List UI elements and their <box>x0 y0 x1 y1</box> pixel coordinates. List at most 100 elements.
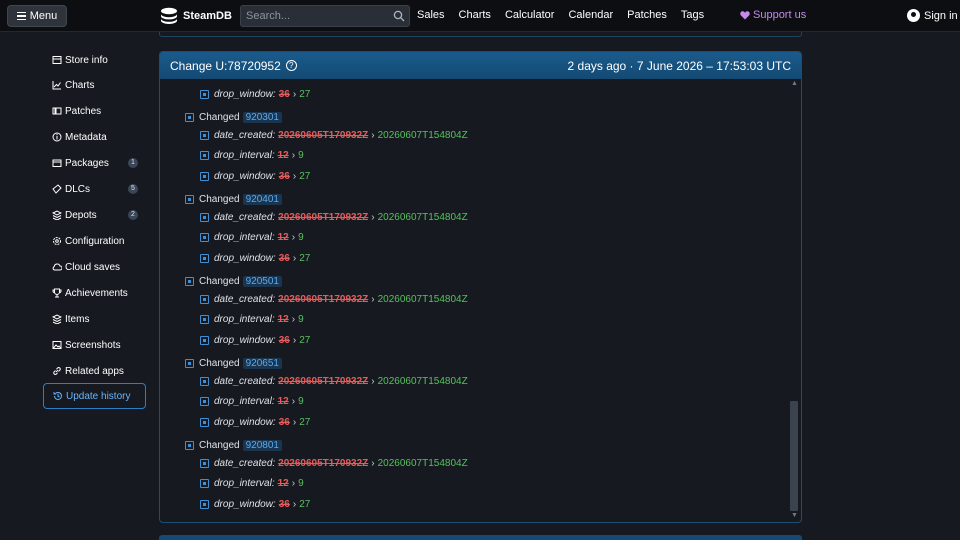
sidebar-item-label: Packages <box>65 157 109 169</box>
package-icon <box>52 159 62 167</box>
nav-sales[interactable]: Sales <box>417 9 445 21</box>
field-row: drop_interval: 12 › 9 <box>200 395 304 409</box>
subsection-id-link[interactable]: 920651 <box>242 357 282 369</box>
chart-icon <box>52 81 61 90</box>
search-input[interactable] <box>241 6 409 26</box>
sidebar-item-dlcs[interactable]: DLCs 5 <box>43 177 146 201</box>
subsection-id-link[interactable]: 920501 <box>242 275 282 287</box>
subsection-id-link[interactable]: 920301 <box>242 111 282 123</box>
menu-label: Menu <box>29 10 58 22</box>
diff-toggle-icon[interactable] <box>185 358 194 368</box>
field-row: date_created: 20260605T170932Z › 20260607T1… <box>200 292 468 306</box>
sidebar-item-charts[interactable]: Charts <box>43 73 146 97</box>
diff-toggle-icon[interactable] <box>200 130 209 140</box>
diff-toggle-icon[interactable] <box>200 212 209 222</box>
nav-calendar[interactable]: Calendar <box>568 9 613 21</box>
link-icon <box>53 367 61 375</box>
field-key: date_created: <box>214 129 276 141</box>
diff-toggle-icon[interactable] <box>200 151 209 160</box>
support-link[interactable]: Support us <box>740 9 806 21</box>
new-value: 27 <box>299 498 311 510</box>
diff-toggle-icon[interactable] <box>200 253 209 263</box>
sidebar-item-patches[interactable]: Patches <box>43 99 146 123</box>
main-nav: Sales Charts Calculator Calendar Patches… <box>417 9 704 21</box>
sidebar-item-label: Related apps <box>65 365 124 377</box>
new-value: 20260607T154804Z <box>377 293 468 305</box>
diff-toggle-icon[interactable] <box>185 112 194 122</box>
nav-tags[interactable]: Tags <box>681 9 704 21</box>
dlc-icon <box>52 184 62 194</box>
diff-toggle-icon[interactable] <box>200 89 209 99</box>
sidebar-item-update-history[interactable]: Update history <box>43 383 146 409</box>
cloud-icon <box>52 263 62 271</box>
history-icon <box>53 391 62 400</box>
sidebar-item-cloud-saves[interactable]: Cloud saves <box>43 255 146 279</box>
nav-patches[interactable]: Patches <box>627 9 667 21</box>
diff-toggle-icon[interactable] <box>200 458 209 468</box>
new-value: 27 <box>299 334 311 346</box>
subsection-id-link[interactable]: 920801 <box>242 439 282 451</box>
new-value: 27 <box>299 252 311 264</box>
steamdb-logo[interactable]: SteamDB <box>159 6 232 26</box>
sidebar-item-metadata[interactable]: Metadata <box>43 125 146 149</box>
scrollbar-thumb[interactable] <box>790 401 798 511</box>
patches-icon <box>52 107 62 115</box>
nav-charts[interactable]: Charts <box>459 9 491 21</box>
new-value: 27 <box>299 416 311 428</box>
arrow-icon: › <box>371 129 375 141</box>
search-box[interactable] <box>240 5 410 27</box>
sidebar-item-store-info[interactable]: Store info <box>43 48 146 72</box>
diff-toggle-icon[interactable] <box>200 233 209 242</box>
diff-toggle-icon[interactable] <box>200 376 209 386</box>
scroll-down-icon[interactable]: ▼ <box>791 512 798 519</box>
diff-toggle-icon[interactable] <box>200 335 209 345</box>
old-value: 12 <box>277 314 289 325</box>
diff-toggle-icon[interactable] <box>200 479 209 488</box>
field-row: drop_window: 36 › 27 <box>200 497 310 511</box>
diff-toggle-icon[interactable] <box>200 294 209 304</box>
sidebar-item-achievements[interactable]: Achievements <box>43 281 146 305</box>
diff-toggle-icon[interactable] <box>200 315 209 324</box>
count-badge: 5 <box>128 184 138 194</box>
sidebar-item-screenshots[interactable]: Screenshots <box>43 333 146 357</box>
change-header: Change U:78720952 ? 2 days ago · 7 June … <box>160 52 801 79</box>
diff-toggle-icon[interactable] <box>200 417 209 427</box>
sidebar-item-items[interactable]: Items <box>43 307 146 331</box>
field-row: date_created: 20260605T170932Z › 20260607T1… <box>200 128 468 142</box>
sidebar-item-depots[interactable]: Depots 2 <box>43 203 146 227</box>
field-key: date_created: <box>214 457 276 469</box>
diff-toggle-icon[interactable] <box>200 397 209 406</box>
sidebar-item-label: Metadata <box>65 131 107 143</box>
signin-label: Sign in <box>924 9 958 22</box>
diff-toggle-icon[interactable] <box>185 194 194 204</box>
menu-button[interactable]: Menu <box>7 5 67 27</box>
arrow-icon: › <box>292 170 297 182</box>
sidebar-item-label: Update history <box>66 390 131 402</box>
signin-link[interactable]: Sign in <box>907 9 958 22</box>
sidebar-item-configuration[interactable]: Configuration <box>43 229 146 253</box>
support-label: Support us <box>753 9 807 21</box>
nav-calculator[interactable]: Calculator <box>505 9 555 21</box>
field-row: date_created: 20260605T170932Z › 20260607T1… <box>200 210 468 224</box>
sidebar-item-related-apps[interactable]: Related apps <box>43 359 146 383</box>
sidebar-item-packages[interactable]: Packages 1 <box>43 151 146 175</box>
diff-toggle-icon[interactable] <box>200 499 209 509</box>
diff-toggle-icon[interactable] <box>185 276 194 286</box>
changed-label: Changed <box>199 439 240 451</box>
diff-toggle-icon[interactable] <box>200 171 209 181</box>
arrow-icon: › <box>292 334 297 346</box>
arrow-icon: › <box>292 416 297 428</box>
new-value: 9 <box>298 150 304 161</box>
diff-toggle-icon[interactable] <box>185 440 194 450</box>
info-icon <box>52 132 62 142</box>
arrow-icon: › <box>291 232 296 243</box>
count-badge: 1 <box>128 158 138 168</box>
field-key: drop_window: <box>214 416 276 428</box>
subsection-id-link[interactable]: 920401 <box>242 193 282 205</box>
arrow-icon: › <box>291 314 296 325</box>
old-value: 12 <box>277 396 289 407</box>
field-key: drop_window: <box>214 88 276 100</box>
help-icon[interactable]: ? <box>285 60 297 71</box>
old-value: 20260605T170932Z <box>278 293 369 305</box>
search-icon[interactable] <box>393 10 405 22</box>
